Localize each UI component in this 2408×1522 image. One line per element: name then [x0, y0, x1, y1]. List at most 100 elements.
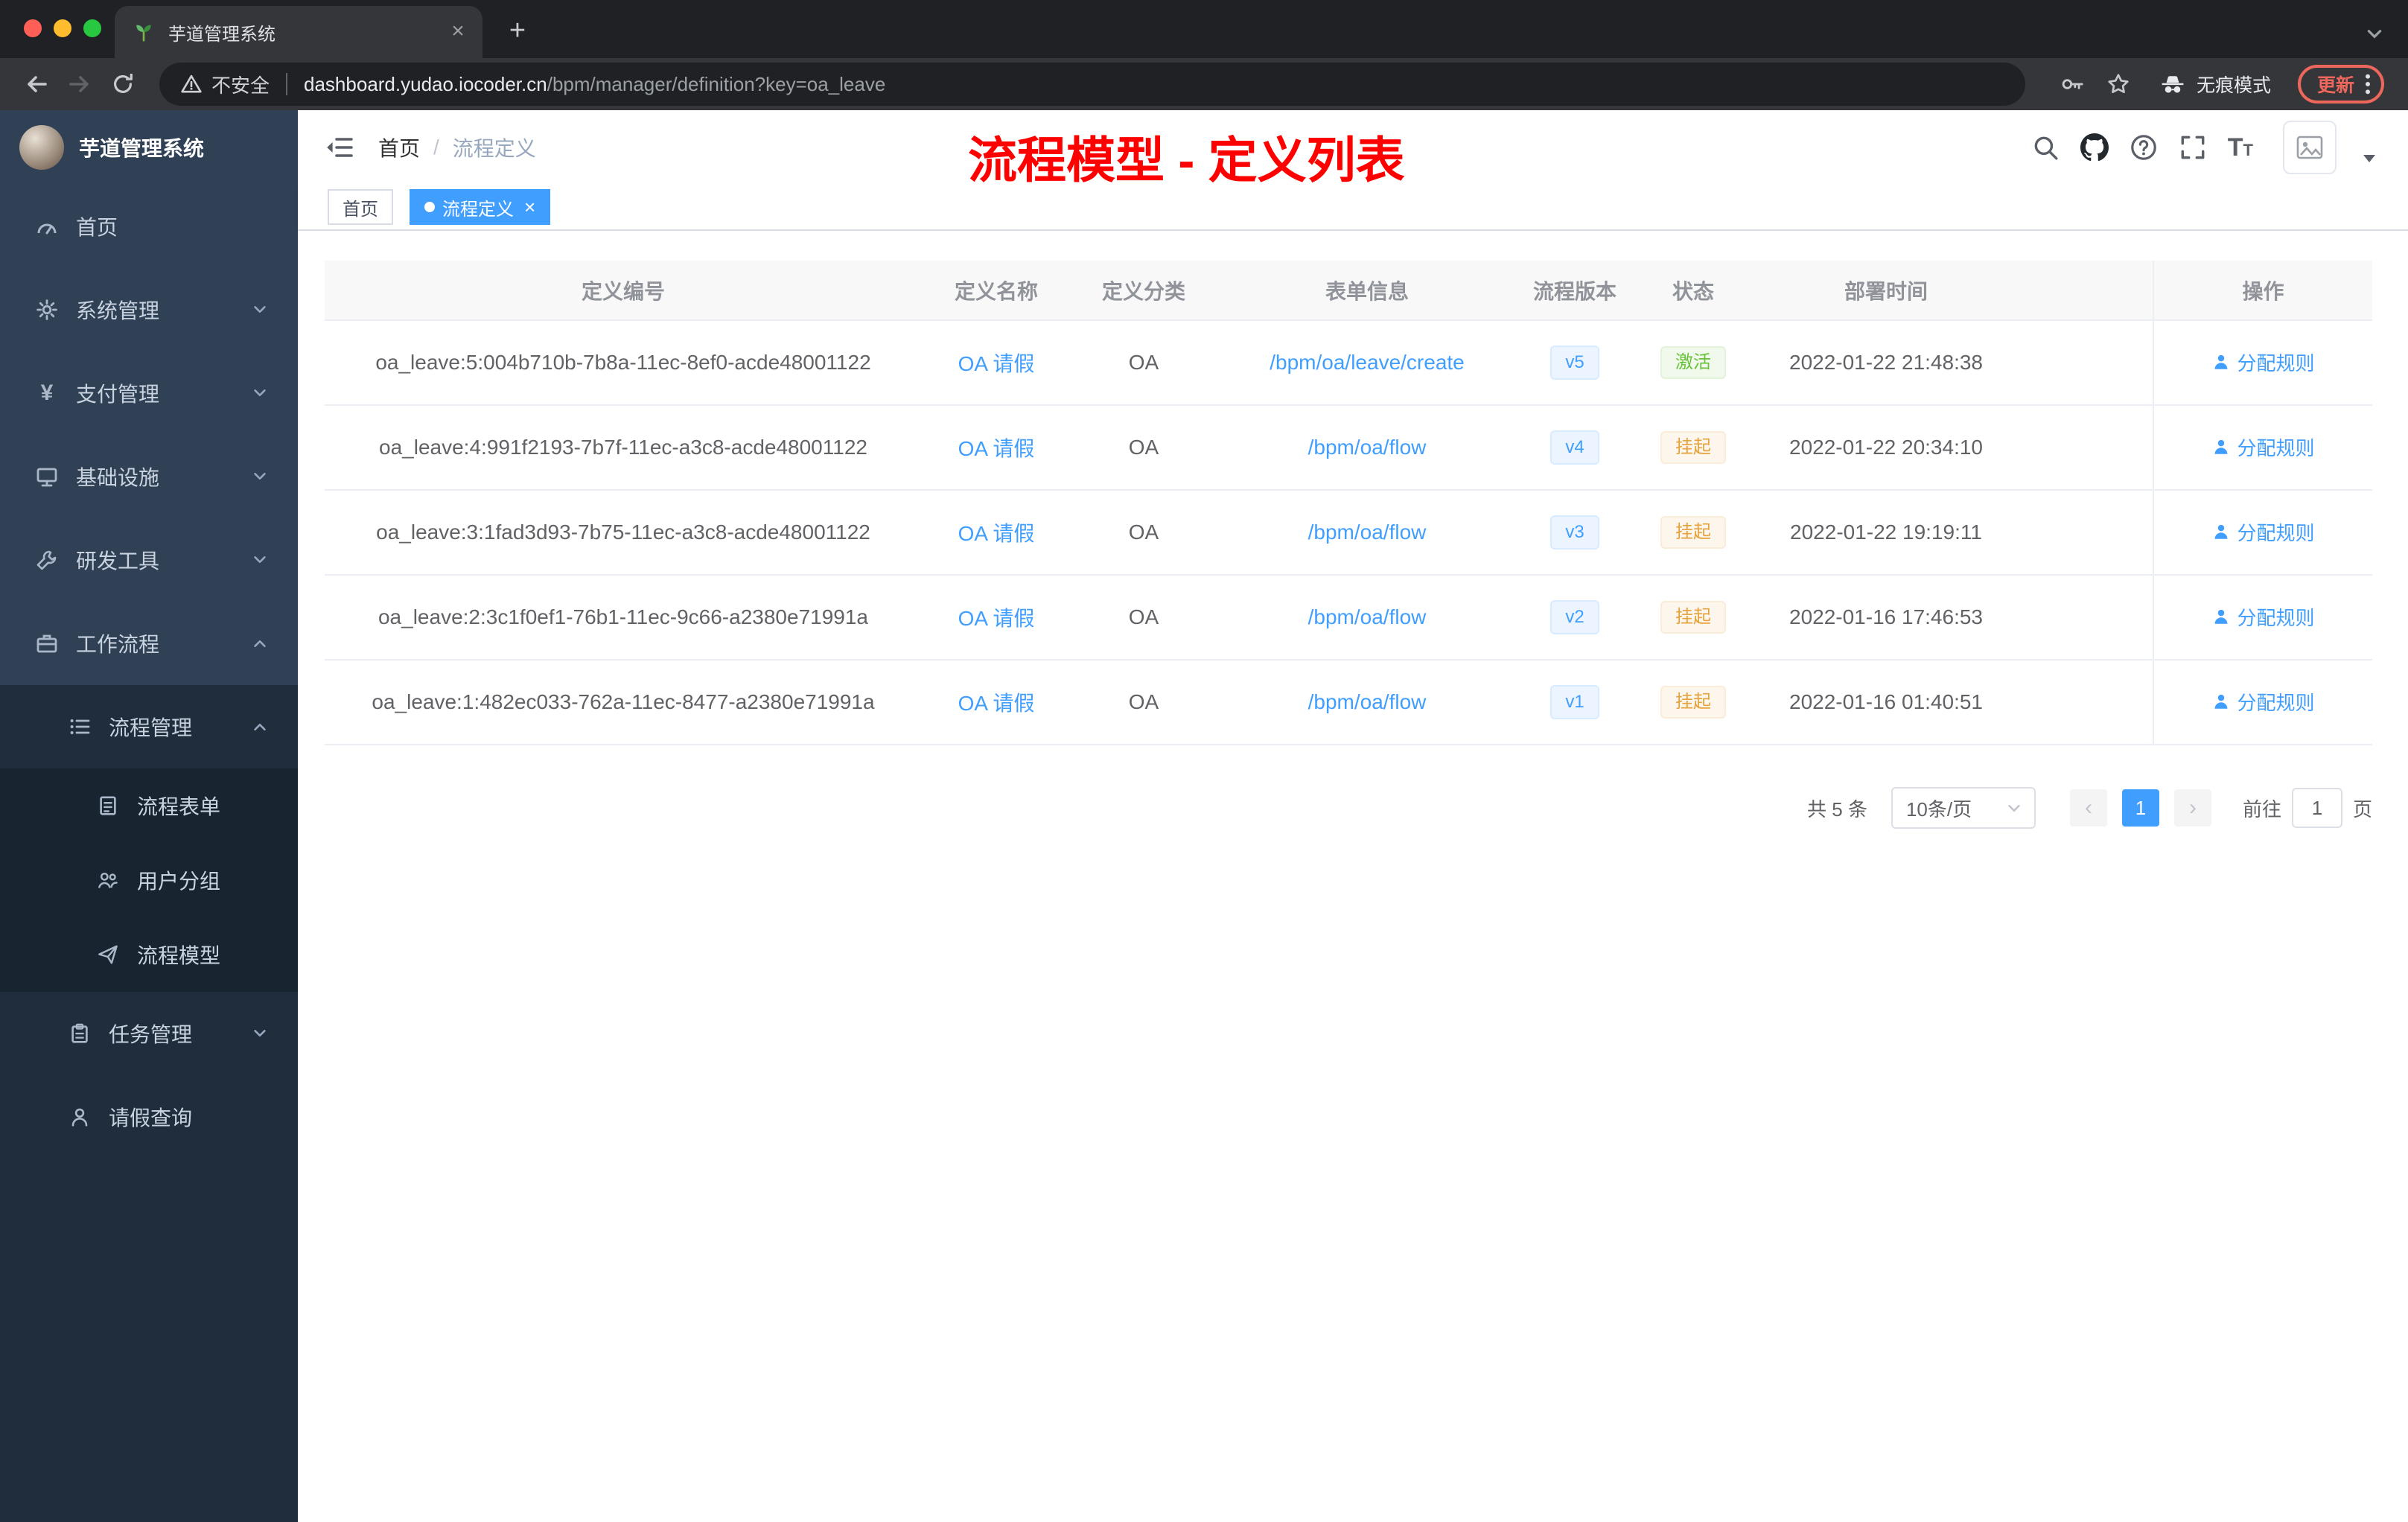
assign-rule-link[interactable]: 分配规则	[2211, 348, 2315, 376]
page-number-1[interactable]: 1	[2121, 789, 2159, 827]
tab-title: 芋道管理系统	[168, 24, 275, 45]
column-header: 定义分类	[1071, 261, 1217, 321]
spacer-cell	[2018, 575, 2153, 660]
sidebar-item-process-management[interactable]: 流程管理	[0, 685, 298, 768]
user-icon	[2215, 525, 2228, 539]
password-key-icon[interactable]	[2052, 64, 2092, 104]
tag-process-definition[interactable]: 流程定义 ×	[410, 189, 551, 225]
assign-rule-link[interactable]: 分配规则	[2211, 433, 2315, 461]
page-annotation: 流程模型 - 定义列表	[968, 133, 1405, 188]
form-link[interactable]: /bpm/oa/leave/create	[1270, 351, 1465, 374]
browser-toolbar: 不安全 dashboard.yudao.iocoder.cn/bpm/manag…	[0, 58, 2408, 110]
definition-name-link[interactable]: OA 请假	[958, 607, 1035, 630]
deploy-time: 2022-01-16 01:40:51	[1754, 660, 2018, 745]
hamburger-icon[interactable]	[325, 133, 354, 162]
search-icon[interactable]	[2031, 133, 2060, 162]
goto-label: 前往	[2242, 797, 2281, 821]
new-tab-button[interactable]: +	[497, 12, 538, 52]
sidebar-item-home[interactable]: 首页	[0, 185, 298, 268]
user-icon	[2215, 695, 2228, 709]
omnibox-divider	[286, 73, 288, 95]
macos-zoom-button[interactable]	[83, 19, 101, 37]
reload-button[interactable]	[101, 63, 144, 106]
status-badge: 挂起	[1660, 686, 1726, 719]
definition-category: OA	[1071, 405, 1217, 491]
address-bar[interactable]: 不安全 dashboard.yudao.iocoder.cn/bpm/manag…	[159, 63, 2025, 106]
forward-button[interactable]	[58, 63, 101, 106]
form-link[interactable]: /bpm/oa/flow	[1308, 690, 1427, 713]
sidebar-item-infrastructure[interactable]: 基础设施	[0, 435, 298, 518]
tag-home[interactable]: 首页	[328, 189, 393, 225]
macos-close-button[interactable]	[24, 19, 42, 37]
toolbar-right: 无痕模式 更新	[2052, 64, 2393, 104]
browser-tab[interactable]: 芋道管理系统 ×	[115, 6, 482, 58]
page-size-select[interactable]: 10条/页	[1891, 787, 2036, 829]
sidebar-item-user-group[interactable]: 用户分组	[0, 843, 298, 917]
caret-down-icon[interactable]	[2360, 149, 2378, 167]
status-badge: 激活	[1660, 346, 1726, 379]
definition-name-link[interactable]: OA 请假	[958, 522, 1035, 545]
tab-search-chevron-icon[interactable]	[2365, 24, 2384, 43]
person-icon	[67, 1106, 92, 1128]
warning-icon	[180, 73, 203, 95]
status-badge: 挂起	[1660, 516, 1726, 549]
security-chip[interactable]: 不安全	[180, 71, 270, 98]
column-header: 部署时间	[1754, 261, 2018, 321]
deploy-time: 2022-01-16 17:46:53	[1754, 575, 2018, 660]
assign-rule-link[interactable]: 分配规则	[2211, 518, 2315, 546]
column-header: 流程版本	[1517, 261, 1632, 321]
prev-page-button[interactable]: ‹	[2069, 789, 2107, 827]
goto-page-input[interactable]	[2291, 788, 2342, 828]
form-link[interactable]: /bpm/oa/flow	[1308, 436, 1427, 459]
help-icon[interactable]	[2130, 133, 2158, 162]
user-group-icon	[95, 869, 121, 891]
status-badge: 挂起	[1660, 601, 1726, 634]
incognito-badge: 无痕模式	[2144, 71, 2286, 98]
breadcrumb-home[interactable]: 首页	[378, 133, 420, 162]
tab-close-icon[interactable]: ×	[445, 19, 471, 45]
assign-rule-link[interactable]: 分配规则	[2211, 688, 2315, 716]
kebab-menu-icon[interactable]	[2365, 73, 2371, 95]
font-size-icon[interactable]: TT	[2228, 135, 2253, 160]
paper-plane-icon	[95, 943, 121, 966]
sidebar-item-devtools[interactable]: 研发工具	[0, 518, 298, 602]
sidebar-item-label: 流程表单	[137, 795, 221, 818]
app-window: 芋道管理系统 首页 系统管理 ¥ 支付管理 基础设施 研发工具 工作流程 流程管…	[0, 110, 2408, 1522]
assign-rule-link[interactable]: 分配规则	[2211, 603, 2315, 631]
user-avatar[interactable]	[2283, 121, 2337, 174]
sidebar-item-process-form[interactable]: 流程表单	[0, 768, 298, 843]
sidebar-item-system[interactable]: 系统管理	[0, 268, 298, 351]
definition-table: 定义编号 定义名称 定义分类 表单信息 流程版本 状态 部署时间 操作 oa_l…	[325, 261, 2372, 745]
sidebar-item-workflow[interactable]: 工作流程	[0, 602, 298, 685]
definition-name-link[interactable]: OA 请假	[958, 352, 1035, 375]
sidebar-item-leave-query[interactable]: 请假查询	[0, 1075, 298, 1159]
sidebar-item-label: 研发工具	[76, 550, 160, 573]
fullscreen-icon[interactable]	[2179, 133, 2207, 162]
back-button[interactable]	[15, 63, 58, 106]
breadcrumb-separator: /	[433, 136, 439, 159]
form-link[interactable]: /bpm/oa/flow	[1308, 605, 1427, 628]
sidebar-item-payment[interactable]: ¥ 支付管理	[0, 351, 298, 435]
sidebar-logo[interactable]: 芋道管理系统	[0, 110, 298, 185]
browser-update-button[interactable]: 更新	[2297, 65, 2384, 104]
definition-name-link[interactable]: OA 请假	[958, 437, 1035, 460]
definition-category: OA	[1071, 490, 1217, 576]
definition-id: oa_leave:3:1fad3d93-7b75-11ec-a3c8-acde4…	[325, 490, 922, 576]
definition-name-link[interactable]: OA 请假	[958, 692, 1035, 715]
next-page-button[interactable]: ›	[2173, 789, 2211, 827]
sidebar-item-process-model[interactable]: 流程模型	[0, 917, 298, 992]
main-area: 首页 / 流程定义 流程模型 - 定义列表 TT 首页 流程定义 × 定义编号 …	[298, 110, 2408, 1522]
github-icon[interactable]	[2080, 133, 2109, 162]
url-path: /bpm/manager/definition?key=oa_leave	[547, 72, 886, 95]
macos-minimize-button[interactable]	[54, 19, 71, 37]
spacer-cell	[2018, 490, 2153, 576]
tag-close-icon[interactable]: ×	[524, 197, 535, 217]
breadcrumb: 首页 / 流程定义	[378, 133, 536, 162]
breadcrumb-current: 流程定义	[452, 137, 536, 160]
sidebar-item-label: 流程模型	[137, 944, 221, 967]
form-link[interactable]: /bpm/oa/flow	[1308, 520, 1427, 544]
bookmark-star-icon[interactable]	[2098, 64, 2138, 104]
list-icon	[67, 715, 92, 739]
sidebar-item-task-management[interactable]: 任务管理	[0, 992, 298, 1075]
update-label: 更新	[2316, 75, 2354, 96]
